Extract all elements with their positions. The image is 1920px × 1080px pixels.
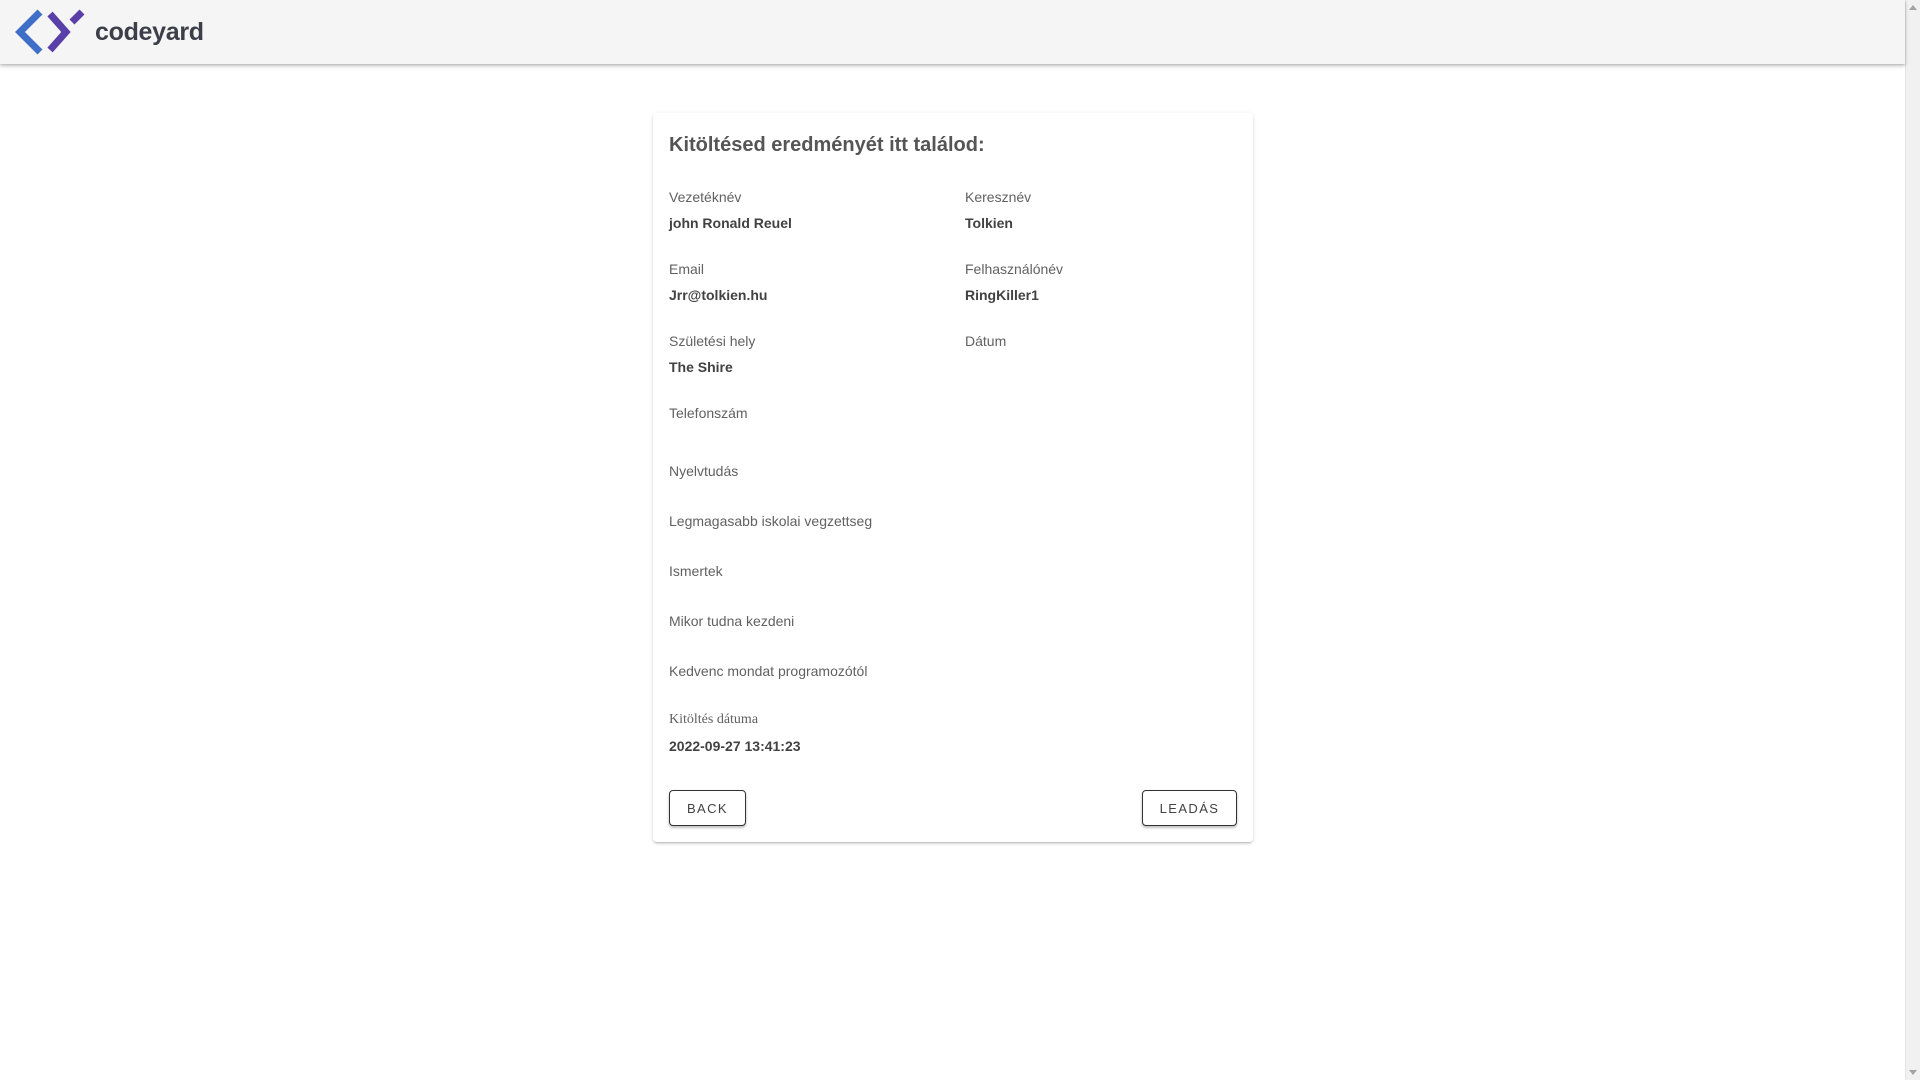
field-start-time: Mikor tudna kezdeni xyxy=(669,612,1229,638)
field-languages: Nyelvtudás xyxy=(669,462,1229,488)
card-title: Kitöltésed eredményét itt találod: xyxy=(669,134,985,156)
scroll-up-arrow-icon[interactable] xyxy=(1909,5,1917,10)
scroll-down-arrow-icon[interactable] xyxy=(1909,1070,1917,1075)
back-button[interactable]: BACK xyxy=(669,790,746,826)
field-label: Ismertek xyxy=(669,563,723,579)
field-label: Keresznév xyxy=(965,189,1032,205)
field-email: Email Jrr@tolkien.hu xyxy=(669,260,949,304)
field-knowledge: Ismertek xyxy=(669,562,1229,588)
field-submitted-at: Kitöltés dátuma 2022-09-27 13:41:23 xyxy=(669,711,949,755)
field-value: Jrr@tolkien.hu xyxy=(669,287,768,303)
field-birth-place: Születési hely The Shire xyxy=(669,332,949,376)
field-label: Email xyxy=(669,261,705,277)
field-label: Születési hely xyxy=(669,333,756,349)
logo-text: codeyard xyxy=(95,17,204,46)
field-favorite-quote: Kedvenc mondat programozótól xyxy=(669,662,1229,688)
field-label: Telefonszám xyxy=(669,405,748,421)
field-label: Vezetéknév xyxy=(669,189,742,205)
field-first-name: Keresznév Tolkien xyxy=(965,188,1245,232)
field-label: Dátum xyxy=(965,333,1007,349)
app-header: codeyard xyxy=(0,0,1905,64)
field-value: 2022-09-27 13:41:23 xyxy=(669,738,801,754)
codeyard-logo[interactable]: codeyard xyxy=(14,8,204,56)
field-label: Legmagasabb iskolai vegzettseg xyxy=(669,513,873,529)
field-label: Mikor tudna kezdeni xyxy=(669,613,795,629)
field-label: Felhasználónév xyxy=(965,261,1064,277)
field-value: RingKiller1 xyxy=(965,287,1039,303)
field-value: The Shire xyxy=(669,359,733,375)
field-phone: Telefonszám xyxy=(669,404,949,430)
submit-button[interactable]: LEADÁS xyxy=(1142,790,1237,826)
code-brackets-icon xyxy=(15,9,85,55)
vertical-scrollbar[interactable] xyxy=(1905,0,1920,1080)
field-education: Legmagasabb iskolai vegzettseg xyxy=(669,512,1229,538)
scrollbar-track[interactable] xyxy=(1906,16,1920,1064)
field-label: Kedvenc mondat programozótól xyxy=(669,663,868,679)
results-card: Kitöltésed eredményét itt találod: Vezet… xyxy=(653,113,1253,842)
field-value: john Ronald Reuel xyxy=(669,215,792,231)
field-last-name: Vezetéknév john Ronald Reuel xyxy=(669,188,949,232)
field-date: Dátum xyxy=(965,332,1245,358)
field-label: Kitöltés dátuma xyxy=(669,712,759,727)
field-username: Felhasználónév RingKiller1 xyxy=(965,260,1245,304)
field-label: Nyelvtudás xyxy=(669,463,739,479)
field-value: Tolkien xyxy=(965,215,1013,231)
